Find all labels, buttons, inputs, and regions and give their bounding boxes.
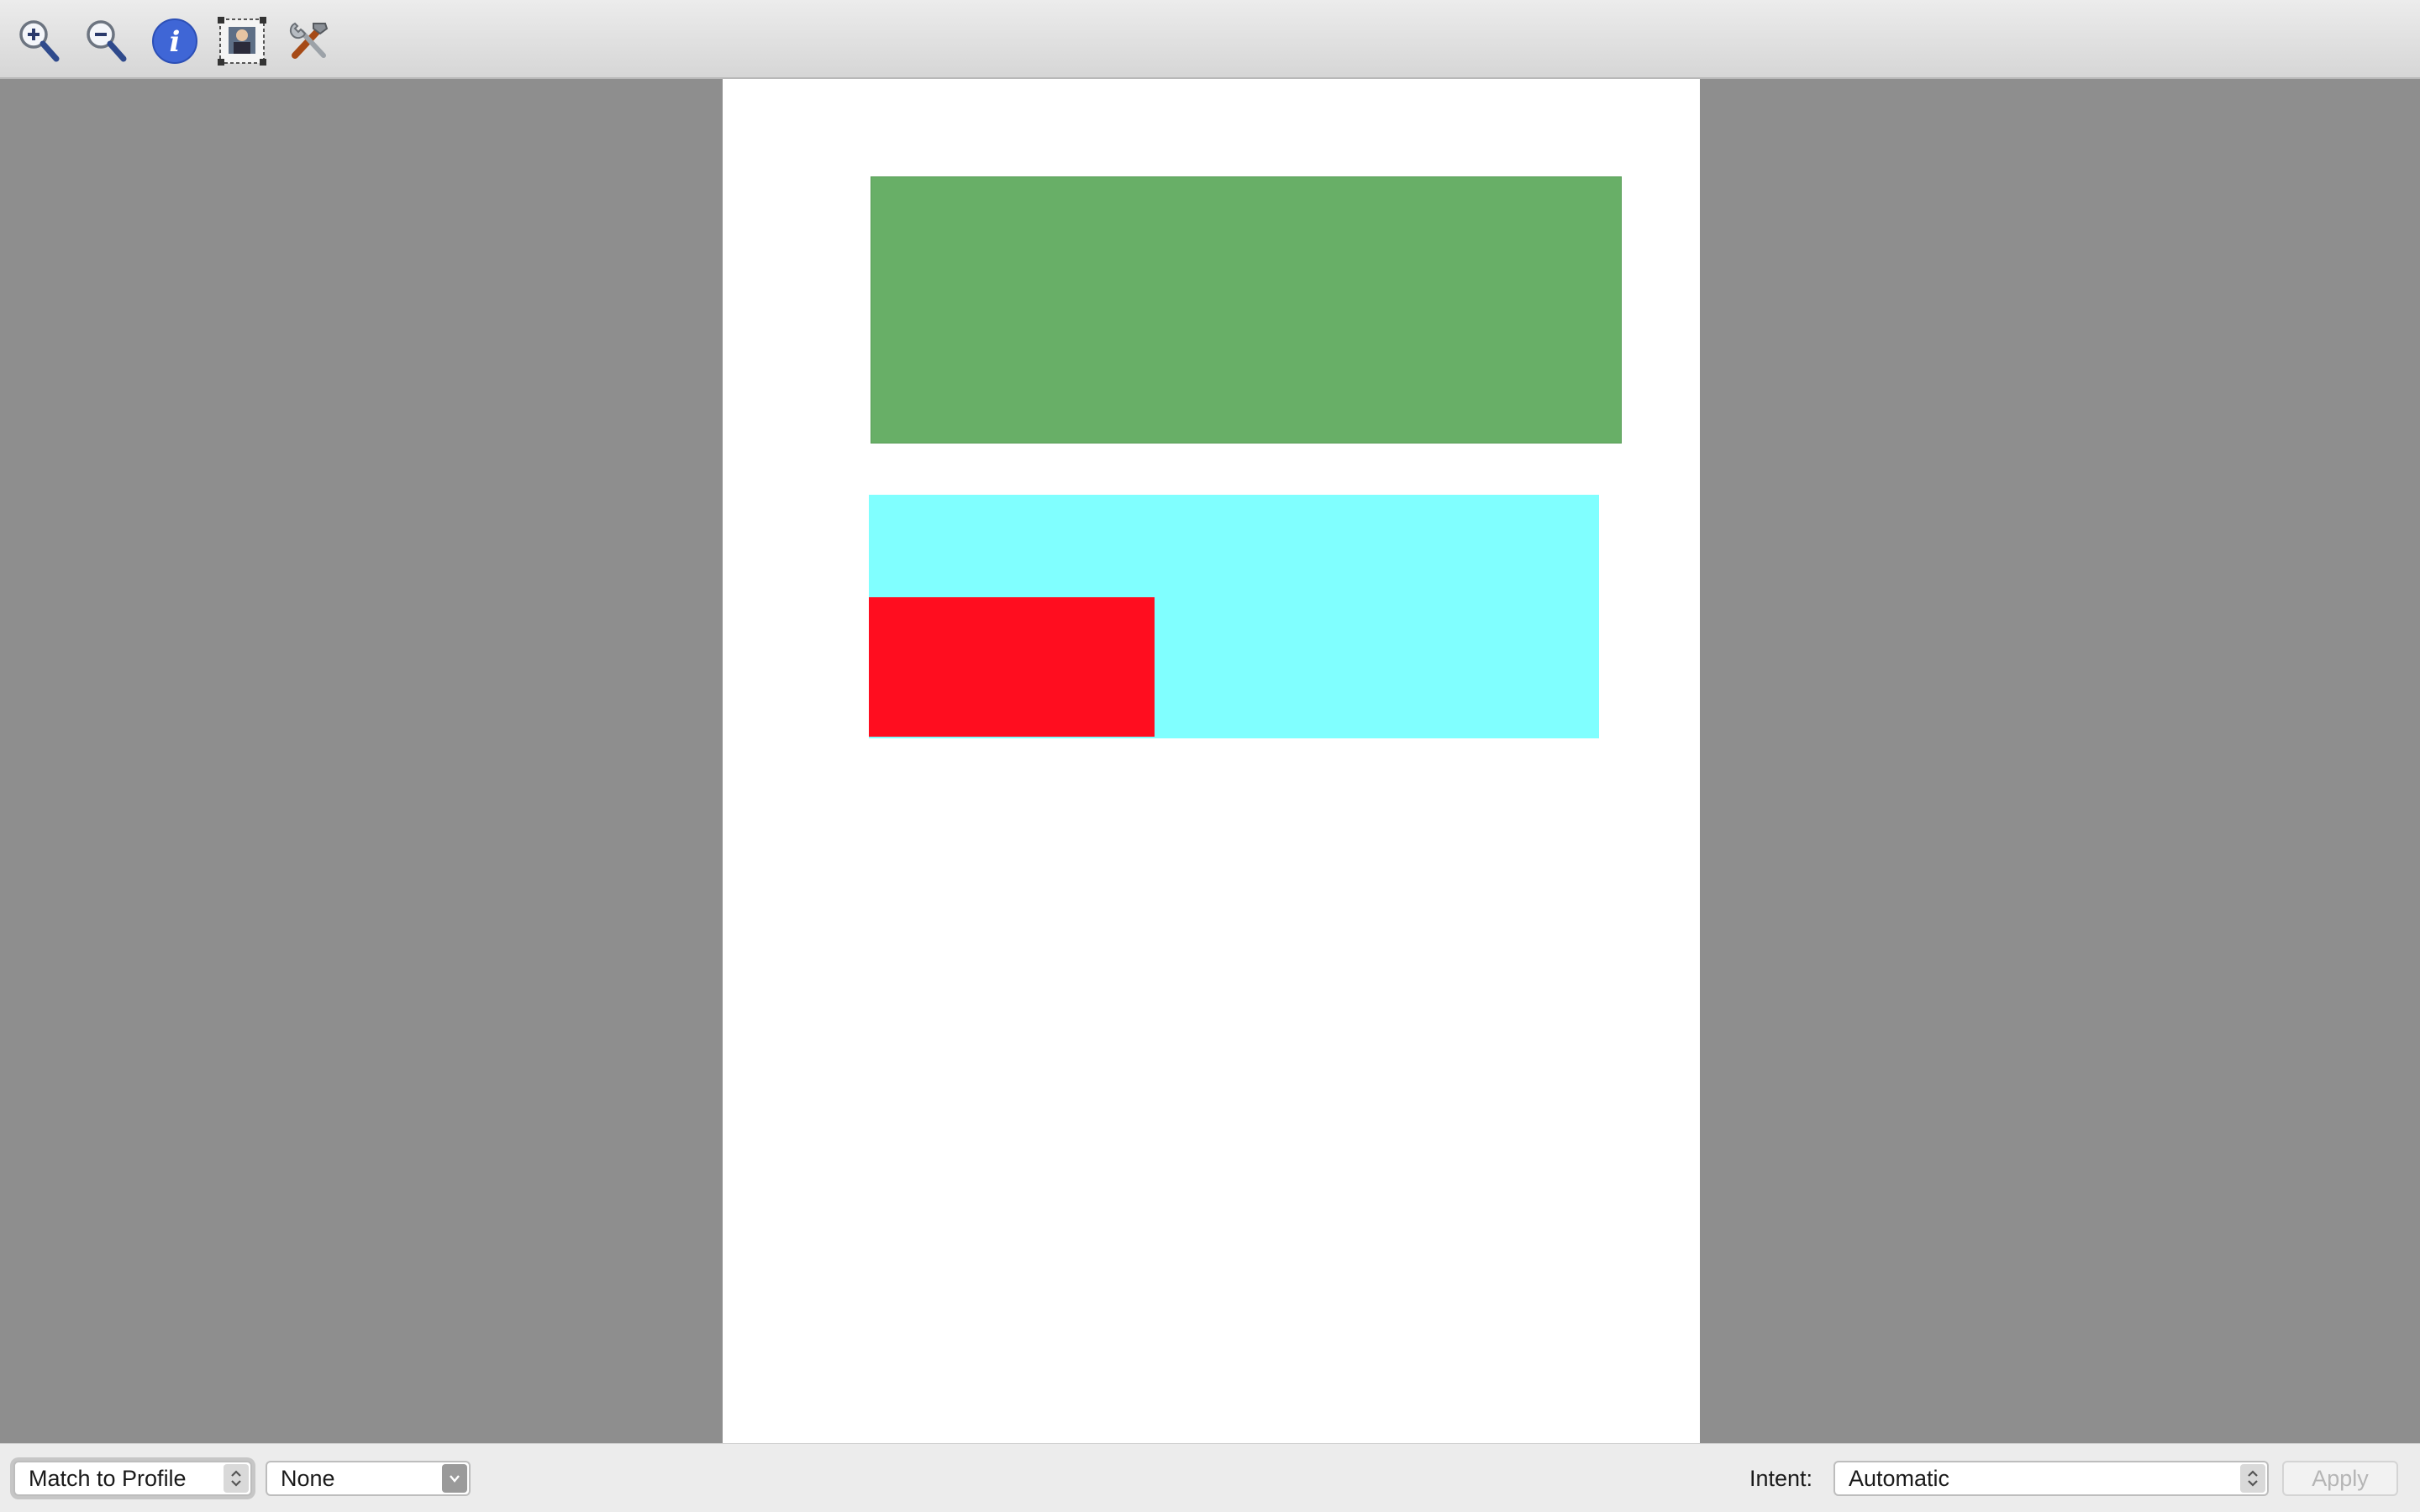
- svg-text:i: i: [170, 25, 181, 59]
- document-canvas[interactable]: [0, 79, 2420, 1443]
- bottom-bar: Match to Profile None Intent: Automatic …: [0, 1443, 2420, 1512]
- up-down-chevron-icon: [224, 1464, 249, 1493]
- up-down-chevron-icon: [2240, 1464, 2265, 1493]
- zoom-in-button[interactable]: [12, 15, 66, 67]
- intent-label: Intent:: [1749, 1465, 1813, 1491]
- intent-select-value: Automatic: [1849, 1465, 1950, 1491]
- zoom-in-icon: [19, 20, 60, 62]
- red-rectangle: [869, 597, 1155, 737]
- chevron-down-icon: [442, 1464, 467, 1493]
- profile-select[interactable]: None: [266, 1461, 471, 1496]
- image-crop-icon: [218, 17, 266, 66]
- tools-icon: [289, 22, 329, 59]
- info-icon: i: [152, 18, 197, 64]
- intent-select[interactable]: Automatic: [1833, 1461, 2269, 1496]
- document-page: [723, 79, 1700, 1443]
- zoom-out-icon: [87, 20, 127, 62]
- mode-select[interactable]: Match to Profile: [13, 1461, 252, 1496]
- image-crop-button[interactable]: [215, 15, 269, 67]
- profile-select-value: None: [281, 1465, 335, 1491]
- green-rectangle: [871, 176, 1622, 444]
- apply-button[interactable]: Apply: [2282, 1461, 2398, 1496]
- zoom-out-button[interactable]: [79, 15, 133, 67]
- info-button[interactable]: i: [148, 15, 202, 67]
- toolbar: i: [0, 0, 2420, 79]
- mode-select-value: Match to Profile: [29, 1465, 187, 1491]
- tools-button[interactable]: [282, 15, 336, 67]
